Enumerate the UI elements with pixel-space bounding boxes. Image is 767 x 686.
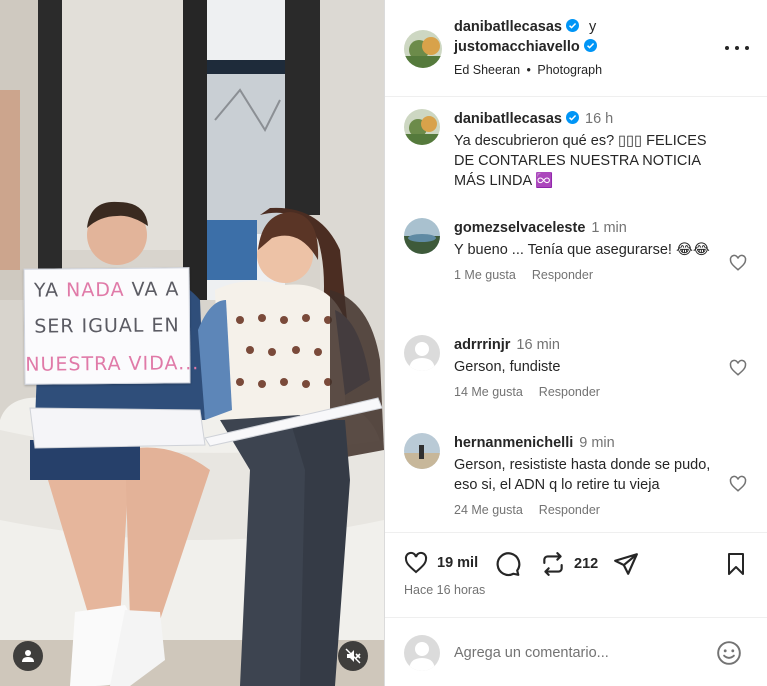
- comment-likes[interactable]: 1 Me gusta: [454, 268, 516, 282]
- verified-icon: [566, 111, 579, 124]
- like-count[interactable]: 19 mil: [437, 555, 478, 571]
- category-link[interactable]: Photograph: [537, 63, 602, 77]
- repost-icon: [543, 552, 563, 576]
- music-link[interactable]: Ed Sheeran: [454, 63, 520, 77]
- reply-button[interactable]: Responder: [532, 268, 593, 282]
- comment-text: Gerson, fundiste: [454, 359, 561, 375]
- comment-time[interactable]: 1 min: [591, 220, 626, 236]
- comment-input[interactable]: [454, 642, 694, 664]
- caption-time[interactable]: 16 h: [585, 111, 613, 127]
- sign-line-1: YA NADA VA A: [33, 278, 180, 302]
- heart-icon: [404, 551, 428, 574]
- author-avatar[interactable]: [404, 30, 442, 68]
- heart-icon[interactable]: [729, 254, 747, 272]
- more-icon: [725, 46, 729, 50]
- avatar[interactable]: [404, 433, 440, 469]
- comments-list[interactable]: danibatllecasas 16 h Ya descubrieron qué …: [385, 98, 767, 532]
- author-line: danibatllecasas y: [454, 19, 596, 35]
- bookmark-icon: [728, 553, 744, 575]
- caption-text: Ya descubrieron qué es? ▯▯▯ FELICES DE C…: [454, 133, 707, 189]
- separator-dot: •: [526, 63, 531, 77]
- post-photo[interactable]: YA NADA VA A SER IGUAL EN NUESTRA VIDA..…: [0, 0, 384, 686]
- comment-text: Gerson, resististe hasta donde se pudo, …: [454, 457, 711, 493]
- save-button[interactable]: [724, 551, 748, 577]
- comment-username[interactable]: hernanmenichelli: [454, 435, 573, 451]
- sign-line-2: SER IGUAL EN: [34, 314, 180, 338]
- emoji-icon[interactable]: [716, 640, 742, 666]
- like-button[interactable]: 19 mil: [403, 551, 478, 575]
- audio-line: Ed Sheeran • Photograph: [454, 63, 602, 77]
- coauthor-line: justomacchiavello: [454, 39, 597, 55]
- caption-username[interactable]: danibatllecasas: [454, 111, 562, 127]
- comment-likes[interactable]: 24 Me gusta: [454, 503, 523, 517]
- comment-time[interactable]: 9 min: [579, 435, 614, 451]
- share-icon: [614, 553, 638, 575]
- verified-icon: [566, 19, 579, 32]
- verified-icon: [583, 39, 597, 52]
- reply-button[interactable]: Responder: [539, 503, 600, 517]
- comment-time[interactable]: 16 min: [516, 337, 560, 353]
- share-button[interactable]: [613, 551, 639, 577]
- connector-text: y: [589, 19, 597, 35]
- repost-count[interactable]: 212: [574, 556, 598, 572]
- current-user-avatar: [404, 635, 440, 671]
- tagged-users-button[interactable]: [13, 641, 43, 671]
- post-timestamp[interactable]: Hace 16 horas: [404, 583, 485, 597]
- avatar[interactable]: [404, 218, 440, 254]
- author-username[interactable]: danibatllecasas: [454, 19, 562, 35]
- reply-button[interactable]: Responder: [539, 385, 600, 399]
- mute-button[interactable]: [338, 641, 368, 671]
- comment-username[interactable]: gomezselvaceleste: [454, 220, 585, 236]
- comment-button[interactable]: [495, 551, 521, 577]
- sign-line-3: NUESTRA VIDA...: [25, 352, 200, 376]
- heart-icon[interactable]: [729, 359, 747, 377]
- comment-icon: [496, 552, 521, 577]
- coauthor-username[interactable]: justomacchiavello: [454, 39, 580, 55]
- more-options-button[interactable]: [725, 38, 749, 58]
- user-icon: [22, 650, 34, 662]
- repost-button[interactable]: 212: [540, 551, 598, 577]
- post-sidebar: danibatllecasas y justomacchiavello Ed S…: [384, 0, 767, 686]
- add-comment-bar: [385, 617, 767, 686]
- heart-icon[interactable]: [729, 475, 747, 493]
- comment-text: Y bueno ... Tenía que asegurarse! 😂😂: [454, 242, 710, 258]
- avatar[interactable]: [404, 109, 440, 145]
- avatar[interactable]: [404, 335, 440, 371]
- comment-likes[interactable]: 14 Me gusta: [454, 385, 523, 399]
- comment-username[interactable]: adrrrinjr: [454, 337, 510, 353]
- handwritten-sign: YA NADA VA A SER IGUAL EN NUESTRA VIDA..…: [23, 267, 200, 385]
- mute-icon: [345, 648, 361, 664]
- post-header: danibatllecasas y justomacchiavello Ed S…: [385, 0, 767, 97]
